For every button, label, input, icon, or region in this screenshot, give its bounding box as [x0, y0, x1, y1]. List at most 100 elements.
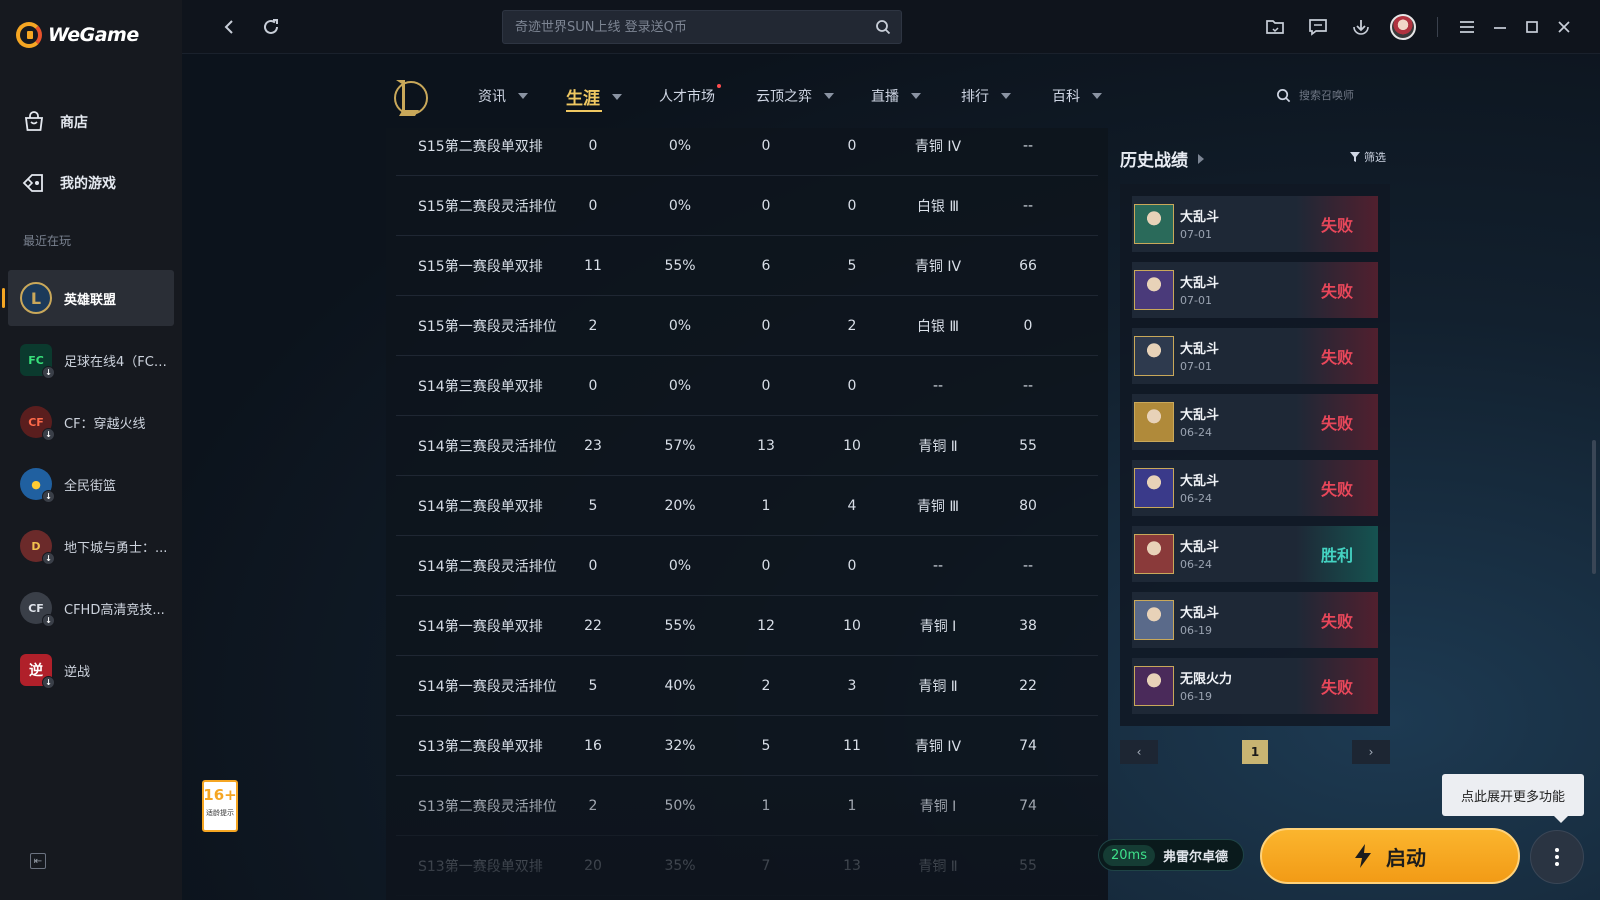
age-rating-badge[interactable]: 16+ 适龄提示	[202, 780, 238, 832]
more-features-tooltip: 点此展开更多功能	[1442, 774, 1584, 823]
table-row[interactable]: S14第一赛段灵活排位 5 40% 2 3 青铜 Ⅱ 22	[396, 656, 1098, 716]
lol-nav-talent-label-wrap: 人才市场	[659, 84, 721, 106]
messages-button[interactable]	[1305, 14, 1331, 40]
top-bar	[182, 0, 1600, 54]
folder-icon	[1266, 20, 1284, 34]
cell-season-name: S15第一赛段单双排	[418, 258, 543, 275]
nav-store[interactable]: 商店	[22, 110, 88, 134]
cell-wins: 1	[761, 497, 771, 514]
fc-online-icon: FC ↓	[20, 344, 55, 379]
download-icon: ↓	[42, 676, 55, 689]
cell-rank: 青铜 IV	[914, 738, 962, 755]
table-row[interactable]: S15第二赛段单双排 0 0% 0 0 青铜 IV --	[396, 128, 1098, 176]
launch-button[interactable]: 启动	[1260, 828, 1520, 884]
lol-logo-icon[interactable]	[390, 76, 428, 118]
cell-win-rate: 20%	[664, 497, 696, 514]
refresh-icon	[264, 19, 278, 34]
match-item[interactable]: 大乱斗 06-24 胜利	[1132, 526, 1378, 582]
match-item[interactable]: 大乱斗 07-01 失败	[1132, 262, 1378, 318]
match-result: 胜利	[1296, 526, 1378, 582]
global-search-input[interactable]	[515, 19, 865, 35]
cell-season-name: S15第一赛段灵活排位	[418, 318, 557, 335]
match-item[interactable]: 大乱斗 06-24 失败	[1132, 460, 1378, 516]
refresh-button[interactable]	[258, 14, 284, 40]
match-mode: 大乱斗	[1180, 606, 1220, 621]
lol-nav-tft[interactable]: 云顶之弈	[756, 86, 834, 106]
sidebar-game-lol[interactable]: L 英雄联盟	[2, 270, 174, 326]
match-item[interactable]: 大乱斗 07-01 失败	[1132, 196, 1378, 252]
minimize-button[interactable]	[1487, 14, 1513, 40]
lightning-icon	[1355, 844, 1371, 868]
lol-nav-wiki[interactable]: 百科	[1052, 86, 1102, 106]
table-row[interactable]: S15第二赛段灵活排位 0 0% 0 0 白银 Ⅲ --	[396, 176, 1098, 236]
table-row[interactable]: S14第三赛段单双排 0 0% 0 0 -- --	[396, 356, 1098, 416]
game-name: 足球在线4（FC ...	[64, 354, 168, 370]
chevron-down-icon	[1001, 93, 1011, 99]
cell-losses: 0	[847, 557, 857, 574]
prev-page-button[interactable]: ‹	[1120, 740, 1158, 764]
cell-win-rate: 55%	[664, 257, 696, 274]
dot	[1555, 848, 1559, 852]
sidebar-game-cfhd[interactable]: CF ↓ CFHD高清竞技...	[8, 580, 174, 636]
cell-games: 2	[588, 797, 598, 814]
table-row[interactable]: S14第二赛段灵活排位 0 0% 0 0 -- --	[396, 536, 1098, 596]
search-icon[interactable]	[875, 19, 891, 35]
cell-points: 55	[1019, 437, 1037, 454]
chevron-down-icon	[911, 93, 921, 99]
dnf-icon: D ↓	[20, 530, 55, 565]
global-search[interactable]	[502, 10, 902, 44]
match-history-title[interactable]: 历史战绩	[1120, 146, 1204, 171]
table-row[interactable]: S13第二赛段灵活排位 2 50% 1 1 青铜 Ⅰ 74	[396, 776, 1098, 836]
nav-my-games[interactable]: 我的游戏	[22, 171, 116, 195]
page-number[interactable]: 1	[1242, 740, 1268, 764]
download-icon: ↓	[42, 614, 55, 627]
folder-button[interactable]	[1262, 14, 1288, 40]
lol-nav-talent-market[interactable]: 人才市场	[659, 84, 721, 106]
table-row[interactable]: S13第二赛段单双排 16 32% 5 11 青铜 IV 74	[396, 716, 1098, 776]
more-options-button[interactable]	[1530, 830, 1584, 884]
table-row[interactable]: S14第三赛段灵活排位 23 57% 13 10 青铜 Ⅱ 55	[396, 416, 1098, 476]
table-row[interactable]: S15第一赛段灵活排位 2 0% 0 2 白银 Ⅲ 0	[396, 296, 1098, 356]
champion-portrait	[1134, 402, 1174, 442]
lol-nav-tft-label: 云顶之弈	[756, 89, 812, 105]
table-row[interactable]: S13第一赛段单双排 20 35% 7 13 青铜 Ⅱ 55	[396, 836, 1098, 896]
menu-button[interactable]	[1454, 14, 1480, 40]
next-page-button[interactable]: ›	[1352, 740, 1390, 764]
downloads-button[interactable]	[1348, 14, 1374, 40]
chevron-down-icon	[612, 93, 622, 100]
lol-nav-news[interactable]: 资讯	[478, 86, 528, 106]
close-button[interactable]	[1551, 14, 1577, 40]
match-item[interactable]: 无限火力 06-19 失败	[1132, 658, 1378, 714]
table-row[interactable]: S14第二赛段单双排 5 20% 1 4 青铜 Ⅲ 80	[396, 476, 1098, 536]
match-item[interactable]: 大乱斗 06-19 失败	[1132, 592, 1378, 648]
cell-rank: 青铜 Ⅲ	[916, 498, 960, 515]
table-row[interactable]: S14第一赛段单双排 22 55% 12 10 青铜 Ⅰ 38	[396, 596, 1098, 656]
match-item[interactable]: 大乱斗 07-01 失败	[1132, 328, 1378, 384]
match-date: 06-19	[1180, 690, 1212, 703]
lol-nav-live[interactable]: 直播	[871, 86, 921, 106]
cell-rank: 青铜 Ⅱ	[918, 678, 958, 695]
summoner-search[interactable]: 搜索召唤师	[1276, 87, 1354, 103]
user-avatar[interactable]	[1390, 14, 1416, 40]
wegame-logo[interactable]: WeGame	[16, 22, 139, 48]
table-row[interactable]: S15第一赛段单双排 11 55% 6 5 青铜 IV 66	[396, 236, 1098, 296]
cell-games: 11	[584, 257, 602, 274]
sidebar-game-nizhan[interactable]: 逆 ↓ 逆战	[8, 642, 174, 698]
minimize-icon	[1494, 27, 1506, 29]
server-selector[interactable]: 20ms 弗雷尔卓德	[1098, 839, 1244, 871]
collapse-sidebar-button[interactable]: ⇤	[30, 853, 46, 869]
lol-nav-career[interactable]: 生涯	[566, 84, 622, 112]
maximize-button[interactable]	[1519, 14, 1545, 40]
sidebar-game-fc-online[interactable]: FC ↓ 足球在线4（FC ...	[8, 332, 174, 388]
sidebar-game-street-basketball[interactable]: ● ↓ 全民街篮	[8, 456, 174, 512]
scrollbar-thumb[interactable]	[1592, 440, 1596, 574]
cell-points: --	[1022, 137, 1034, 154]
sidebar-game-crossfire[interactable]: CF ↓ CF：穿越火线	[8, 394, 174, 450]
match-mode: 大乱斗	[1180, 408, 1220, 423]
sidebar-game-dnf[interactable]: D ↓ 地下城与勇士：...	[8, 518, 174, 574]
filter-button[interactable]: 筛选	[1350, 149, 1386, 165]
back-button[interactable]	[216, 14, 242, 40]
match-item[interactable]: 大乱斗 06-24 失败	[1132, 394, 1378, 450]
cell-games: 5	[588, 497, 598, 514]
lol-nav-ranking[interactable]: 排行	[961, 86, 1011, 106]
